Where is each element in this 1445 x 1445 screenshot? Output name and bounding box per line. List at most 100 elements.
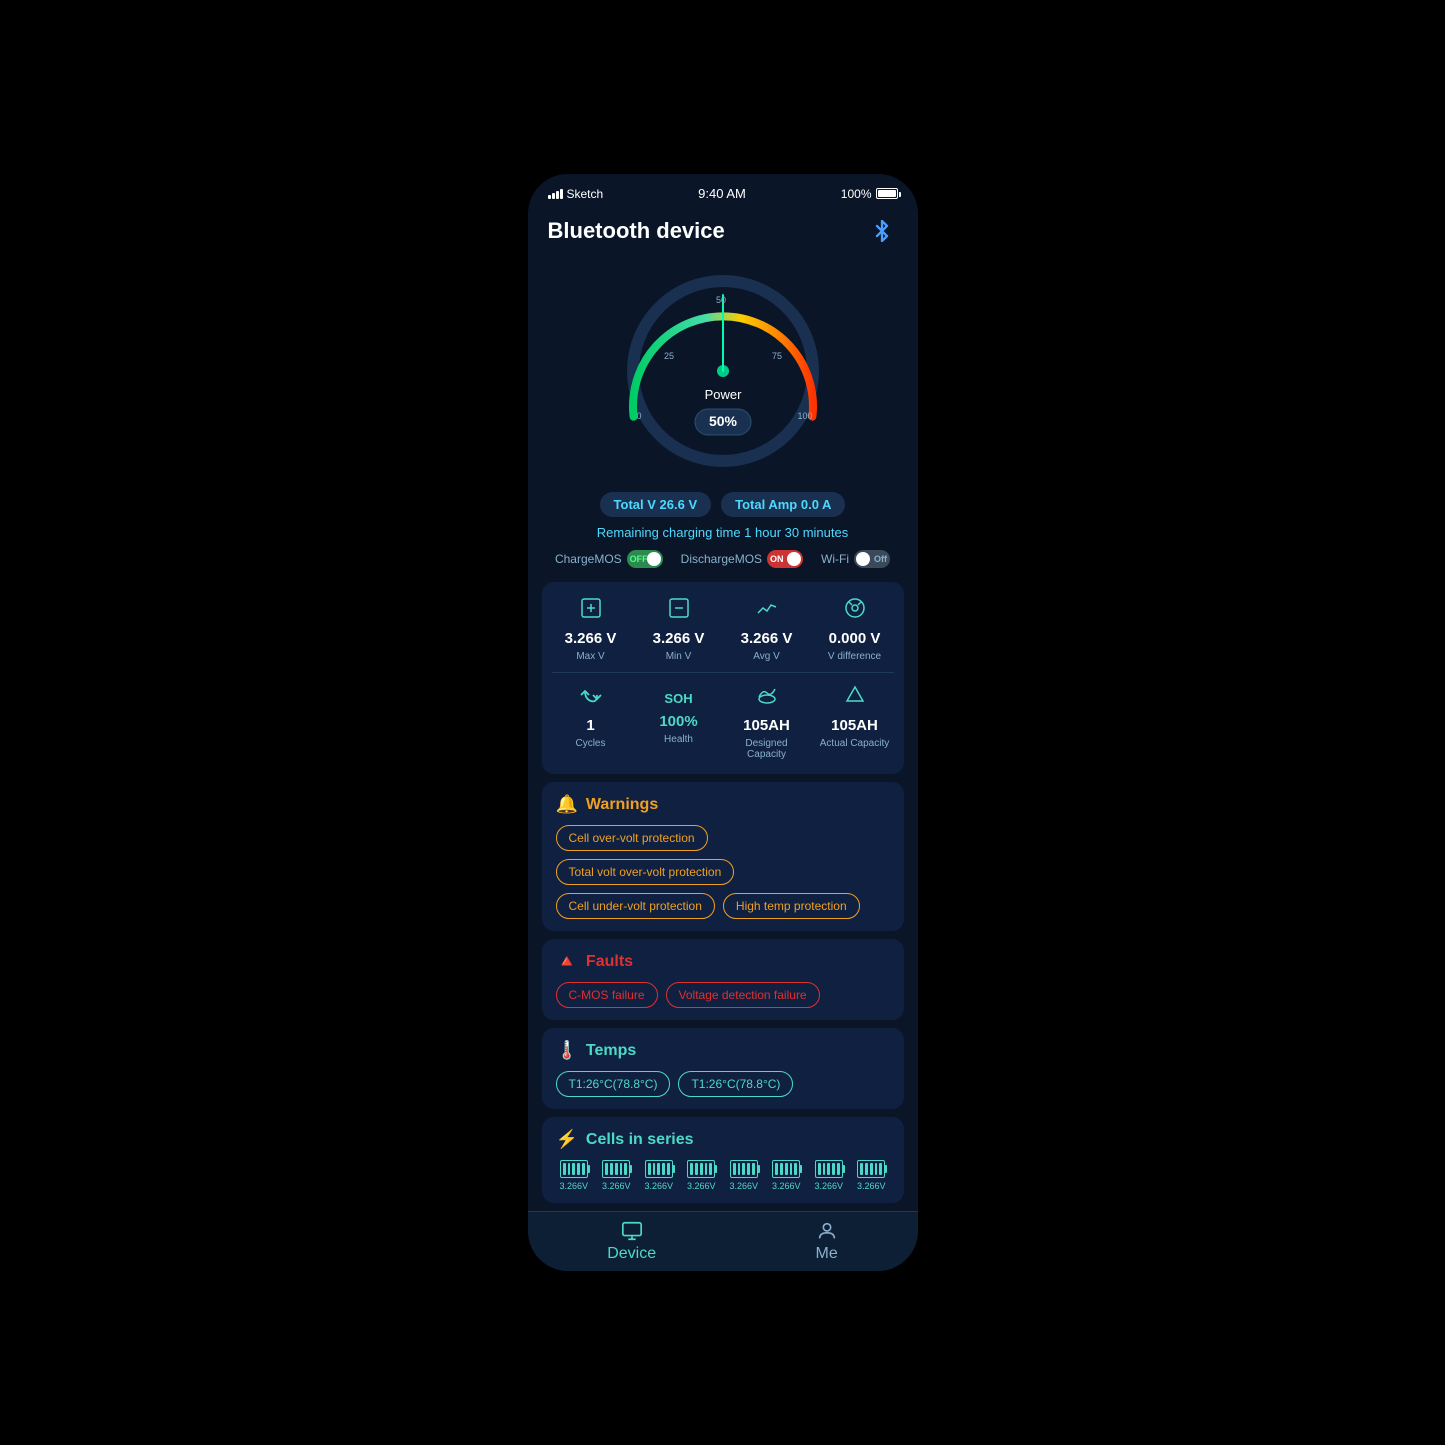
temps-header: 🌡️ Temps (556, 1040, 890, 1061)
status-bar: Sketch 9:40 AM 100% (528, 174, 918, 207)
nav-device[interactable]: Device (587, 1214, 676, 1269)
data-card: 3.266 V Max V 3.266 V Min V (542, 582, 904, 774)
stats-row: Total V 26.6 V Total Amp 0.0 A (528, 486, 918, 523)
warning-bell-icon: 🔔 (556, 794, 578, 815)
cell-value-5: 3.266V (772, 1181, 801, 1191)
warnings-card: 🔔 Warnings Cell over-volt protection Tot… (542, 782, 904, 931)
cell-item-3: 3.266V (683, 1160, 720, 1191)
nav-device-label: Device (607, 1245, 656, 1263)
actual-capacity-icon (843, 683, 867, 713)
actual-capacity-label: Actual Capacity (820, 738, 889, 749)
cycles-label: Cycles (575, 738, 605, 749)
svg-text:75: 75 (771, 351, 781, 361)
soh-label: Health (664, 734, 693, 745)
actual-capacity-item: 105AH Actual Capacity (816, 683, 894, 760)
soh-item: SOH 100% Health (640, 683, 718, 760)
battery-icon (876, 188, 898, 199)
temps-title: Temps (586, 1042, 636, 1060)
cells-card: ⚡ Cells in series 3.266V (542, 1117, 904, 1203)
svg-text:Power: Power (704, 387, 742, 402)
avg-v-item: 3.266 V Avg V (728, 596, 806, 662)
designed-capacity-label: Designed Capacity (728, 738, 806, 760)
cell-battery-icon-4 (730, 1160, 758, 1178)
discharge-mos-toggle[interactable]: ON (767, 550, 803, 568)
temp-tag-0: T1:26°C(78.8°C) (556, 1071, 671, 1097)
total-amp-value: 0.0 A (801, 497, 832, 512)
designed-capacity-icon (755, 683, 779, 713)
status-left: Sketch (548, 187, 604, 201)
cycles-value: 1 (586, 717, 594, 734)
cell-battery-icon-6 (815, 1160, 843, 1178)
cell-battery-icon-0 (560, 1160, 588, 1178)
cell-value-4: 3.266V (729, 1181, 758, 1191)
wifi-label: Wi-Fi (821, 552, 849, 566)
cell-battery-icon-3 (687, 1160, 715, 1178)
bluetooth-icon[interactable] (866, 215, 898, 247)
cell-battery-icon-5 (772, 1160, 800, 1178)
avg-v-icon (755, 596, 779, 626)
cell-value-7: 3.266V (857, 1181, 886, 1191)
warnings-tags: Cell over-volt protection Total volt ove… (556, 825, 890, 919)
status-time: 9:40 AM (698, 186, 746, 201)
svg-text:50%: 50% (708, 413, 737, 429)
warnings-title: Warnings (586, 796, 658, 814)
total-voltage-pill: Total V 26.6 V (600, 492, 712, 517)
wifi-toggle[interactable]: Off (854, 550, 890, 568)
cell-value-0: 3.266V (559, 1181, 588, 1191)
nav-me[interactable]: Me (796, 1214, 858, 1269)
cell-item-0: 3.266V (556, 1160, 593, 1191)
cell-battery-icon-7 (857, 1160, 885, 1178)
charging-time-label: Remaining charging time (597, 525, 741, 540)
soh-value: 100% (659, 713, 697, 730)
total-v-label: Total V (614, 497, 656, 512)
avg-v-label: Avg V (753, 651, 780, 662)
cell-item-4: 3.266V (726, 1160, 763, 1191)
data-grid-row2: 1 Cycles SOH 100% Health (552, 683, 894, 760)
charge-mos-label: ChargeMOS (555, 552, 622, 566)
fault-alert-icon: 🔺 (556, 951, 578, 972)
cell-value-2: 3.266V (644, 1181, 673, 1191)
fault-tag-0: C-MOS failure (556, 982, 658, 1008)
svg-text:100: 100 (797, 411, 812, 421)
me-nav-icon (816, 1220, 838, 1242)
v-diff-item: 0.000 V V difference (816, 596, 894, 662)
soh-icon: SOH (664, 683, 692, 709)
total-amp-label: Total Amp (735, 497, 797, 512)
svg-text:0: 0 (636, 411, 641, 421)
avg-v-value: 3.266 V (741, 630, 793, 647)
min-v-icon (667, 596, 691, 626)
temps-tags: T1:26°C(78.8°C) T1:26°C(78.8°C) (556, 1071, 890, 1097)
charge-mos-toggle[interactable]: OFF (627, 550, 663, 568)
charging-time: Remaining charging time 1 hour 30 minute… (528, 523, 918, 546)
gauge-container: Power 50% 25 50 75 0 100 (528, 251, 918, 486)
fault-tag-1: Voltage detection failure (666, 982, 820, 1008)
warning-tag-2: Cell under-volt protection (556, 893, 715, 919)
cell-item-2: 3.266V (641, 1160, 678, 1191)
discharge-mos-label: DischargeMOS (681, 552, 762, 566)
warning-tag-0: Cell over-volt protection (556, 825, 708, 851)
cells-header: ⚡ Cells in series (556, 1129, 890, 1150)
warning-tag-1: Total volt over-volt protection (556, 859, 735, 885)
cells-grid: 3.266V 3.266V (556, 1160, 890, 1191)
warnings-header: 🔔 Warnings (556, 794, 890, 815)
cycles-item: 1 Cycles (552, 683, 630, 760)
faults-card: 🔺 Faults C-MOS failure Voltage detection… (542, 939, 904, 1020)
designed-capacity-item: 105AH Designed Capacity (728, 683, 806, 760)
thermometer-icon: 🌡️ (556, 1040, 578, 1061)
cell-battery-icon-1 (602, 1160, 630, 1178)
min-v-value: 3.266 V (653, 630, 705, 647)
page-title: Bluetooth device (548, 218, 725, 244)
max-v-value: 3.266 V (565, 630, 617, 647)
cell-value-1: 3.266V (602, 1181, 631, 1191)
cell-battery-icon-2 (645, 1160, 673, 1178)
bottom-nav: Device Me (528, 1211, 918, 1271)
discharge-mos-toggle-item: DischargeMOS ON (681, 550, 803, 568)
designed-capacity-value: 105AH (743, 717, 790, 734)
data-divider (552, 672, 894, 673)
max-v-label: Max V (576, 651, 604, 662)
max-v-item: 3.266 V Max V (552, 596, 630, 662)
battery-percent: 100% (841, 187, 872, 201)
min-v-item: 3.266 V Min V (640, 596, 718, 662)
status-right: 100% (841, 187, 898, 201)
cells-title: Cells in series (586, 1131, 694, 1149)
